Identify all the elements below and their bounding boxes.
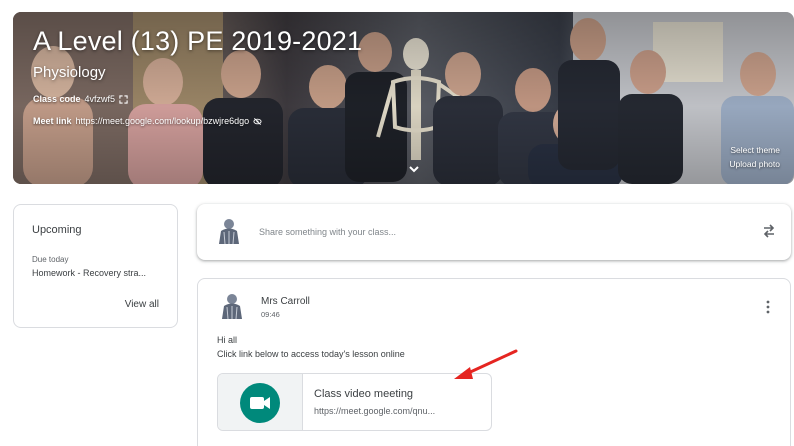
upcoming-item[interactable]: Homework - Recovery stra...	[32, 268, 146, 278]
meet-link-row: Meet link https://meet.google.com/lookup…	[33, 116, 262, 126]
meet-link-label: Meet link	[33, 116, 72, 126]
meet-link-value[interactable]: https://meet.google.com/lookup/bzwjre6dg…	[76, 116, 250, 126]
class-banner: A Level (13) PE 2019-2021 Physiology Cla…	[13, 12, 794, 184]
class-section: Physiology	[33, 64, 106, 81]
class-code-label: Class code	[33, 94, 81, 104]
visibility-off-icon[interactable]	[253, 117, 262, 126]
upcoming-card: Upcoming Due today Homework - Recovery s…	[13, 204, 178, 328]
post-text-instructions: Click link below to access today's lesso…	[217, 349, 405, 359]
chevron-down-icon[interactable]	[407, 162, 421, 176]
class-code-row: Class code 4vfzwf5	[33, 94, 128, 104]
due-today-label: Due today	[32, 255, 69, 264]
attachment-thumbnail	[218, 374, 303, 430]
fullscreen-icon[interactable]	[119, 94, 128, 104]
upload-photo-link[interactable]: Upload photo	[729, 157, 780, 171]
post-author: Mrs Carroll	[261, 296, 310, 307]
share-input[interactable]: Share something with your class...	[259, 227, 396, 237]
annotation-arrow-icon	[454, 349, 518, 379]
view-all-link[interactable]: View all	[125, 299, 159, 310]
more-vert-icon[interactable]	[766, 299, 770, 315]
class-title: A Level (13) PE 2019-2021	[33, 26, 363, 56]
upcoming-heading: Upcoming	[32, 224, 82, 236]
avatar	[219, 219, 239, 245]
select-theme-link[interactable]: Select theme	[729, 143, 780, 157]
repost-icon[interactable]	[761, 223, 777, 239]
share-box[interactable]: Share something with your class...	[197, 204, 791, 260]
attachment-title: Class video meeting	[314, 388, 414, 400]
class-code-value: 4vfzwf5	[84, 94, 116, 104]
google-meet-icon	[240, 383, 280, 423]
post-time: 09:46	[261, 310, 280, 319]
banner-actions: Select theme Upload photo	[729, 143, 780, 171]
avatar	[222, 294, 242, 320]
post-text-greeting: Hi all	[217, 335, 238, 345]
attachment-url: https://meet.google.com/qnu...	[314, 406, 436, 416]
